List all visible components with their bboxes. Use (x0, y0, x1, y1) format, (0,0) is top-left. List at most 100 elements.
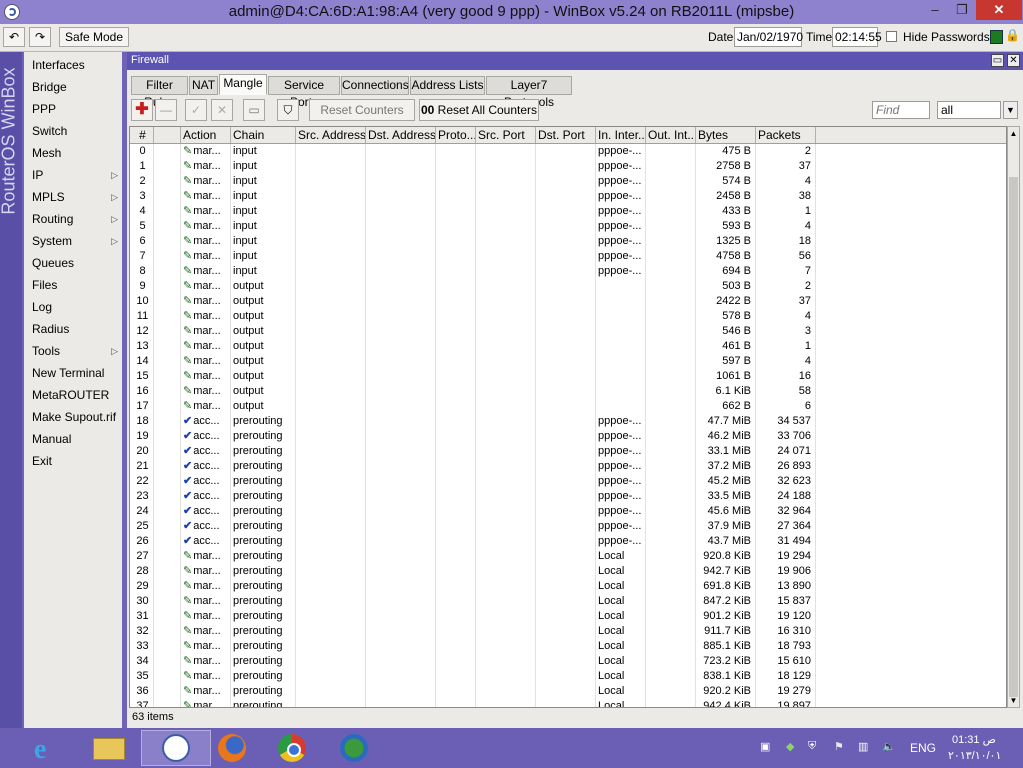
table-row[interactable]: 19 ✔acc... prerouting pppoe-... 46.2 MiB 33 7… (130, 429, 1006, 444)
sidebar-item-ip[interactable]: IP ▷ (24, 164, 122, 186)
sidebar-item-mpls[interactable]: MPLS ▷ (24, 186, 122, 208)
table-row[interactable]: 25 ✔acc... prerouting pppoe-... 37.9 MiB 27 3… (130, 519, 1006, 534)
sidebar-item-metarouter[interactable]: MetaROUTER (24, 384, 122, 406)
folder-icon[interactable] (84, 730, 134, 766)
sidebar-item-make-supout-rif[interactable]: Make Supout.rif (24, 406, 122, 428)
table-row[interactable]: 32 ✎mar... prerouting Local 911.7 KiB 16 310 (130, 624, 1006, 639)
sidebar-item-manual[interactable]: Manual (24, 428, 122, 450)
column-header[interactable]: Bytes (696, 127, 756, 143)
table-row[interactable]: 18 ✔acc... prerouting pppoe-... 47.7 MiB 34 5… (130, 414, 1006, 429)
table-row[interactable]: 0 ✎mar... input pppoe-... 475 B2 (130, 144, 1006, 159)
table-row[interactable]: 24 ✔acc... prerouting pppoe-... 45.6 MiB 32 9… (130, 504, 1006, 519)
action-center-icon[interactable]: ⚑ (834, 740, 844, 756)
sidebar-item-tools[interactable]: Tools ▷ (24, 340, 122, 362)
column-header[interactable]: Proto... (436, 127, 476, 143)
filter-icon[interactable]: ⛉ (277, 99, 299, 121)
table-row[interactable]: 12 ✎mar... output 546 B3 (130, 324, 1006, 339)
table-row[interactable]: 13 ✎mar... output 461 B1 (130, 339, 1006, 354)
close-button[interactable]: ✕ (976, 0, 1022, 20)
table-row[interactable]: 37 ✎mar... prerouting Local 942.4 KiB 19 897 (130, 699, 1006, 707)
scroll-up-icon[interactable]: ▲ (1009, 129, 1018, 138)
tab-address-lists[interactable]: Address Lists (410, 76, 485, 95)
sidebar-item-system[interactable]: System ▷ (24, 230, 122, 252)
chevron-down-icon[interactable]: ▼ (1003, 101, 1018, 119)
table-row[interactable]: 22 ✔acc... prerouting pppoe-... 45.2 MiB 32 6… (130, 474, 1006, 489)
find-input[interactable] (872, 101, 930, 119)
sidebar-item-log[interactable]: Log (24, 296, 122, 318)
table-row[interactable]: 7 ✎mar... input pppoe-... 4758 B 56 (130, 249, 1006, 264)
table-row[interactable]: 20 ✔acc... prerouting pppoe-... 33.1 MiB 24 0… (130, 444, 1006, 459)
vertical-scrollbar[interactable]: ▲ ▼ (1007, 126, 1020, 708)
column-header[interactable]: Src. Port (476, 127, 536, 143)
chrome-icon[interactable] (268, 730, 318, 766)
date-field[interactable]: Jan/02/1970 (734, 27, 803, 47)
table-row[interactable]: 6 ✎mar... input pppoe-... 1325 B 18 (130, 234, 1006, 249)
reset-counters-button[interactable]: Reset Counters (309, 99, 415, 121)
table-row[interactable]: 3 ✎mar... input pppoe-... 2458 B 38 (130, 189, 1006, 204)
table-row[interactable]: 21 ✔acc... prerouting pppoe-... 37.2 MiB 26 8… (130, 459, 1006, 474)
table-row[interactable]: 8 ✎mar... input pppoe-... 694 B7 (130, 264, 1006, 279)
signal-icon[interactable]: ▥ (858, 740, 868, 756)
tab-connections[interactable]: Connections (341, 76, 409, 95)
sidebar-item-bridge[interactable]: Bridge (24, 76, 122, 98)
shield-icon[interactable]: ⛨ (808, 740, 816, 756)
table-row[interactable]: 5 ✎mar... input pppoe-... 593 B4 (130, 219, 1006, 234)
column-header[interactable]: Src. Address (296, 127, 366, 143)
sidebar-item-queues[interactable]: Queues (24, 252, 122, 274)
time-field[interactable]: 02:14:55 (832, 27, 882, 47)
column-header[interactable]: Dst. Address (366, 127, 436, 143)
remove-icon[interactable]: — (155, 99, 177, 121)
table-row[interactable]: 34 ✎mar... prerouting Local 723.2 KiB 15 610 (130, 654, 1006, 669)
column-header[interactable]: Dst. Port (536, 127, 596, 143)
table-row[interactable]: 1 ✎mar... input pppoe-... 2758 B 37 (130, 159, 1006, 174)
hide-passwords-checkbox[interactable] (886, 31, 897, 42)
volume-icon[interactable]: 🔈 (882, 740, 896, 756)
enable-icon[interactable]: ✓ (185, 99, 207, 121)
column-header[interactable]: Chain (231, 127, 296, 143)
sidebar-item-routing[interactable]: Routing ▷ (24, 208, 122, 230)
table-row[interactable]: 2 ✎mar... input pppoe-... 574 B4 (130, 174, 1006, 189)
reset-all-counters-button[interactable]: 00 Reset All Counters (419, 99, 539, 121)
column-header[interactable]: Packets (756, 127, 816, 143)
sidebar-item-switch[interactable]: Switch (24, 120, 122, 142)
sidebar-item-ppp[interactable]: PPP (24, 98, 122, 120)
column-header[interactable]: Action (181, 127, 231, 143)
restore-button[interactable]: ❐ (948, 0, 976, 20)
table-row[interactable]: 10 ✎mar... output 2422 B 37 (130, 294, 1006, 309)
clock-time[interactable]: 01:31 ص (952, 733, 996, 749)
table-row[interactable]: 36 ✎mar... prerouting Local 920.2 KiB 19 279 (130, 684, 1006, 699)
clock-date[interactable]: ٢٠١٣/١٠/٠١ (948, 749, 1001, 765)
language-indicator[interactable]: ENG (910, 741, 936, 757)
tab-filter-rules[interactable]: Filter Rules (131, 76, 188, 109)
table-row[interactable]: 15 ✎mar... output 1061 B 16 (130, 369, 1006, 384)
table-row[interactable]: 33 ✎mar... prerouting Local 885.1 KiB 18 793 (130, 639, 1006, 654)
table-row[interactable]: 17 ✎mar... output 662 B6 (130, 399, 1006, 414)
sidebar-item-new-terminal[interactable]: New Terminal (24, 362, 122, 384)
redo-button[interactable]: ↷ (29, 27, 51, 47)
table-row[interactable]: 29 ✎mar... prerouting Local 691.8 KiB 13 890 (130, 579, 1006, 594)
sidebar-item-exit[interactable]: Exit (24, 450, 122, 472)
table-row[interactable]: 26 ✔acc... prerouting pppoe-... 43.7 MiB 31 4… (130, 534, 1006, 549)
table-row[interactable]: 28 ✎mar... prerouting Local 942.7 KiB 19 906 (130, 564, 1006, 579)
tab-nat[interactable]: NAT (189, 76, 218, 95)
firefox-icon[interactable] (208, 730, 258, 766)
safe-mode-button[interactable]: Safe Mode (59, 27, 129, 47)
window-maximize-button[interactable]: ▭ (991, 54, 1004, 67)
tab-layer7-protocols[interactable]: Layer7 Protocols (486, 76, 572, 109)
tab-mangle[interactable]: Mangle (219, 74, 267, 95)
table-row[interactable]: 30 ✎mar... prerouting Local 847.2 KiB 15 837 (130, 594, 1006, 609)
sidebar-item-mesh[interactable]: Mesh (24, 142, 122, 164)
table-row[interactable]: 4 ✎mar... input pppoe-... 433 B1 (130, 204, 1006, 219)
column-header[interactable]: Out. Int... (646, 127, 696, 143)
column-header[interactable] (154, 127, 181, 143)
sidebar-item-radius[interactable]: Radius (24, 318, 122, 340)
add-icon[interactable]: ✚ (131, 99, 153, 121)
table-row[interactable]: 11 ✎mar... output 578 B4 (130, 309, 1006, 324)
table-row[interactable]: 14 ✎mar... output 597 B4 (130, 354, 1006, 369)
filter-select[interactable]: all (937, 101, 1001, 119)
disable-icon[interactable]: ✕ (211, 99, 233, 121)
idm-tray-icon[interactable]: ◆ (786, 740, 794, 756)
table-row[interactable]: 31 ✎mar... prerouting Local 901.2 KiB 19 120 (130, 609, 1006, 624)
winbox-icon[interactable] (141, 730, 211, 766)
sidebar-item-files[interactable]: Files (24, 274, 122, 296)
